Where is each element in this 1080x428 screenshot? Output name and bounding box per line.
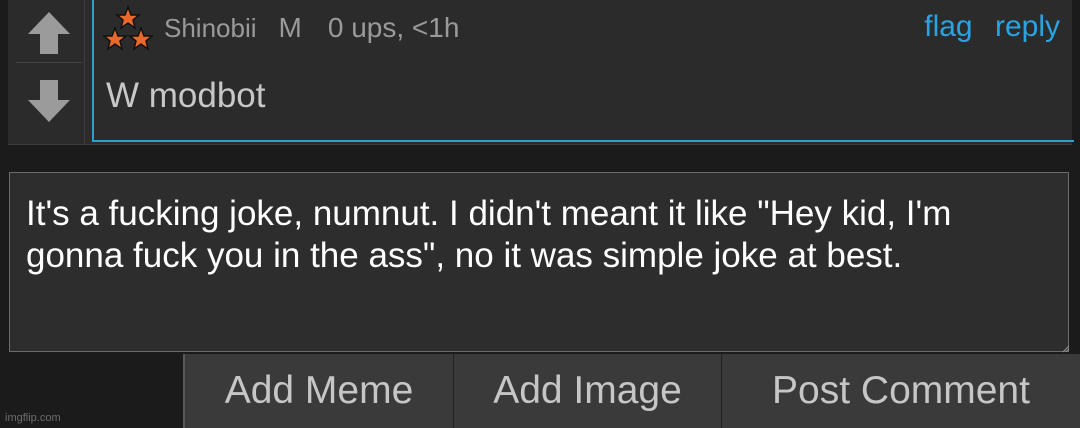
points-and-age: 0 ups, <1h: [327, 12, 460, 43]
add-image-button[interactable]: Add Image: [453, 354, 721, 428]
arrow-up-icon: [28, 12, 70, 54]
upvote-button[interactable]: [16, 4, 82, 63]
flag-link[interactable]: flag: [924, 10, 972, 43]
arrow-down-icon: [28, 80, 70, 122]
comment-input[interactable]: It's a fucking joke, numnut. I didn't me…: [9, 172, 1069, 352]
gender-label: M: [278, 12, 302, 43]
resize-grip-icon[interactable]: [1060, 343, 1070, 353]
watermark: imgflip.com: [5, 412, 61, 424]
post-comment-button[interactable]: Post Comment: [721, 354, 1080, 428]
comment-text: W modbot: [106, 76, 266, 115]
stars-badge-icon: [102, 4, 154, 51]
username-link[interactable]: Shinobii: [164, 13, 257, 44]
add-meme-button[interactable]: Add Meme: [183, 354, 453, 428]
comment: Shinobii M 0 ups, <1h flag reply W modbo…: [8, 0, 1074, 145]
comment-button-row: Add Meme Add Image Post Comment: [183, 354, 1080, 428]
vote-column: [8, 0, 85, 144]
reply-link[interactable]: reply: [995, 10, 1060, 43]
comment-body: Shinobii M 0 ups, <1h flag reply W modbo…: [92, 0, 1074, 142]
comment-actions: flag reply: [910, 10, 1060, 44]
downvote-button[interactable]: [16, 72, 82, 130]
